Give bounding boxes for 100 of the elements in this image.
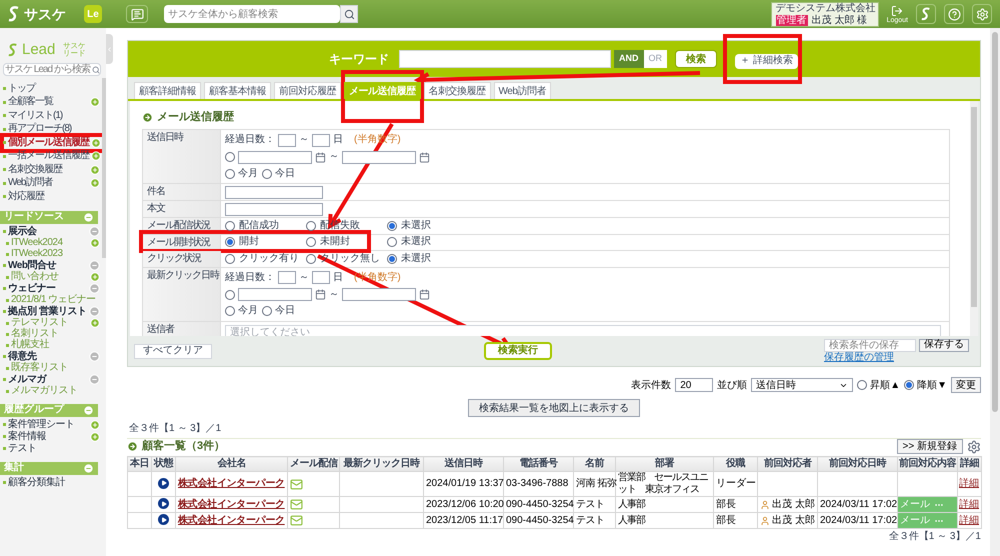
- user-name: 出茂 太郎 様: [812, 14, 868, 26]
- radio-label: 今月: [238, 305, 258, 317]
- sidebar-item[interactable]: 対応履歴: [8, 190, 100, 203]
- column-header: 役職: [714, 456, 758, 472]
- field-label: 経過日数：: [225, 272, 275, 284]
- table-cell: 03-3496-7888: [504, 472, 574, 496]
- column-header: 詳細: [958, 456, 982, 472]
- column-header: 名前: [574, 456, 616, 472]
- tab[interactable]: 顧客基本情報: [204, 82, 271, 99]
- sidebar-item[interactable]: Web問合せ: [8, 260, 87, 272]
- column-header: 前回対応者: [758, 456, 818, 472]
- sidebar-item[interactable]: 案件管理シート: [8, 418, 88, 430]
- radio-label: 昇順▲: [870, 378, 900, 392]
- radio-label: クリック有り: [239, 252, 299, 265]
- table-cell: 部長: [714, 496, 758, 512]
- tilde: ～: [299, 272, 309, 284]
- section-title: 履歴グループ: [4, 404, 64, 416]
- tab[interactable]: 名刺交換履歴: [424, 82, 490, 99]
- table-cell: リーダー: [714, 472, 758, 496]
- column-header: 最新クリック日時: [340, 456, 424, 472]
- sidebar-item[interactable]: 得意先: [8, 350, 87, 362]
- tab[interactable]: 顧客詳細情報: [134, 82, 201, 99]
- run-search-button[interactable]: 検索実行: [484, 342, 552, 360]
- sidebar-item[interactable]: マイリスト(1): [8, 110, 100, 122]
- logo-text: Lead: [22, 42, 56, 58]
- apply-button[interactable]: 変更: [951, 377, 981, 393]
- clear-button[interactable]: すべてクリア: [134, 344, 212, 358]
- unit-label: 日: [333, 272, 343, 284]
- tilde: ～: [329, 151, 339, 163]
- row-label: 件名: [147, 186, 165, 197]
- sort-select[interactable]: 送信日時: [751, 378, 854, 392]
- sidebar-item[interactable]: メルマガ: [8, 374, 87, 386]
- sidebar-item[interactable]: ウェビナー: [8, 282, 87, 294]
- radio-label: 配信成功: [239, 220, 279, 232]
- table-cell: 河南 拓弥: [574, 472, 616, 496]
- sidebar-item[interactable]: 一括メール送信履歴: [8, 150, 89, 162]
- sidebar-item[interactable]: 展示会: [8, 226, 87, 238]
- row-label: 最新クリック日時: [147, 270, 219, 280]
- table-cell: 出茂 太郎: [772, 498, 815, 510]
- advanced-search-button[interactable]: ＋ 詳細検索: [735, 54, 798, 68]
- count-label: 表示件数: [631, 378, 672, 392]
- sidebar-item[interactable]: 案件情報: [8, 430, 88, 442]
- sidebar-item[interactable]: 名刺交換履歴: [8, 164, 88, 176]
- logic-toggle[interactable]: AND: [614, 50, 644, 68]
- sidebar-search-field[interactable]: サスケ Lead から検索: [3, 63, 101, 76]
- history-link[interactable]: 保存履歴の管理: [824, 352, 894, 364]
- sidebar-item[interactable]: Web訪問者: [8, 177, 88, 190]
- section-heading: メール送信履歴: [157, 110, 234, 125]
- table-cell: 2024/01/19 13:37: [424, 472, 504, 496]
- row-label: 送信日時: [147, 132, 183, 143]
- save-button[interactable]: 保存する: [919, 338, 969, 352]
- table-cell: 2024/03/11 17:02: [818, 496, 898, 512]
- column-header: 本日: [128, 456, 152, 472]
- tab[interactable]: 前回対応履歴: [274, 82, 341, 99]
- table-cell: 出茂 太郎: [772, 514, 815, 526]
- sidebar-item[interactable]: テスト: [8, 442, 100, 454]
- section-title: 集計: [4, 462, 24, 474]
- company-name: デモシステム株式会社: [776, 2, 874, 14]
- radio-label: 未選択: [401, 252, 431, 265]
- new-entry-button[interactable]: >> 新規登録: [896, 439, 963, 454]
- section-title: リードソース: [4, 211, 64, 223]
- table-cell: 2023/12/05 11:17: [424, 512, 504, 528]
- sidebar-item[interactable]: 個別メール送信履歴: [8, 136, 89, 149]
- sort-label: 並び順: [717, 378, 748, 392]
- keyword-label: キーワード: [329, 51, 390, 68]
- radio-label: 今日: [275, 305, 295, 317]
- sidebar-item[interactable]: 拠点別 営業リスト: [8, 306, 87, 318]
- radio-label: 未選択: [401, 236, 431, 248]
- count-field[interactable]: 20: [675, 378, 714, 392]
- table-cell: 部長: [714, 512, 758, 528]
- sidebar-item[interactable]: 全顧客一覧: [8, 96, 88, 108]
- radio-label: 未開封: [320, 236, 350, 248]
- radio-label: 今月: [238, 168, 258, 180]
- column-header: 部署: [616, 456, 714, 472]
- row-label: メール配信状況: [147, 220, 210, 231]
- sidebar-item[interactable]: 顧客分類集計: [8, 476, 100, 488]
- sender-field[interactable]: 選択してください: [225, 324, 941, 336]
- table-cell: 人事部: [616, 496, 714, 512]
- table-cell: 090-4450-3254: [504, 512, 574, 528]
- row-label: 本文: [147, 203, 165, 214]
- table-cell: テスト: [574, 496, 616, 512]
- radio-label: 未選択: [401, 220, 431, 232]
- field-label: 経過日数：: [225, 134, 275, 146]
- save-condition-field[interactable]: 検索条件の保存: [824, 338, 916, 352]
- column-header: 前回対応日時: [818, 456, 898, 472]
- sidebar-item[interactable]: 再アプローチ(8): [8, 123, 100, 136]
- table-cell: メール: [900, 514, 930, 526]
- table-cell: テスト: [574, 512, 616, 528]
- sidebar-item[interactable]: トップ: [8, 82, 100, 95]
- map-button[interactable]: 検索結果一覧を地図上に表示する: [468, 399, 640, 417]
- logo-text: サスケ: [24, 4, 66, 24]
- search-button[interactable]: 検索: [675, 50, 717, 68]
- radio-label: 開封: [239, 236, 259, 248]
- column-header: 会社名: [176, 456, 288, 472]
- column-header: メール配信: [288, 456, 340, 472]
- search-field[interactable]: サスケ全体から顧客検索: [164, 5, 340, 23]
- table-cell: 2024/03/11 17:02: [818, 512, 898, 528]
- table-cell: 人事部: [616, 512, 714, 528]
- radio-label: 今日: [275, 168, 295, 180]
- tab[interactable]: Web訪問者: [494, 82, 551, 99]
